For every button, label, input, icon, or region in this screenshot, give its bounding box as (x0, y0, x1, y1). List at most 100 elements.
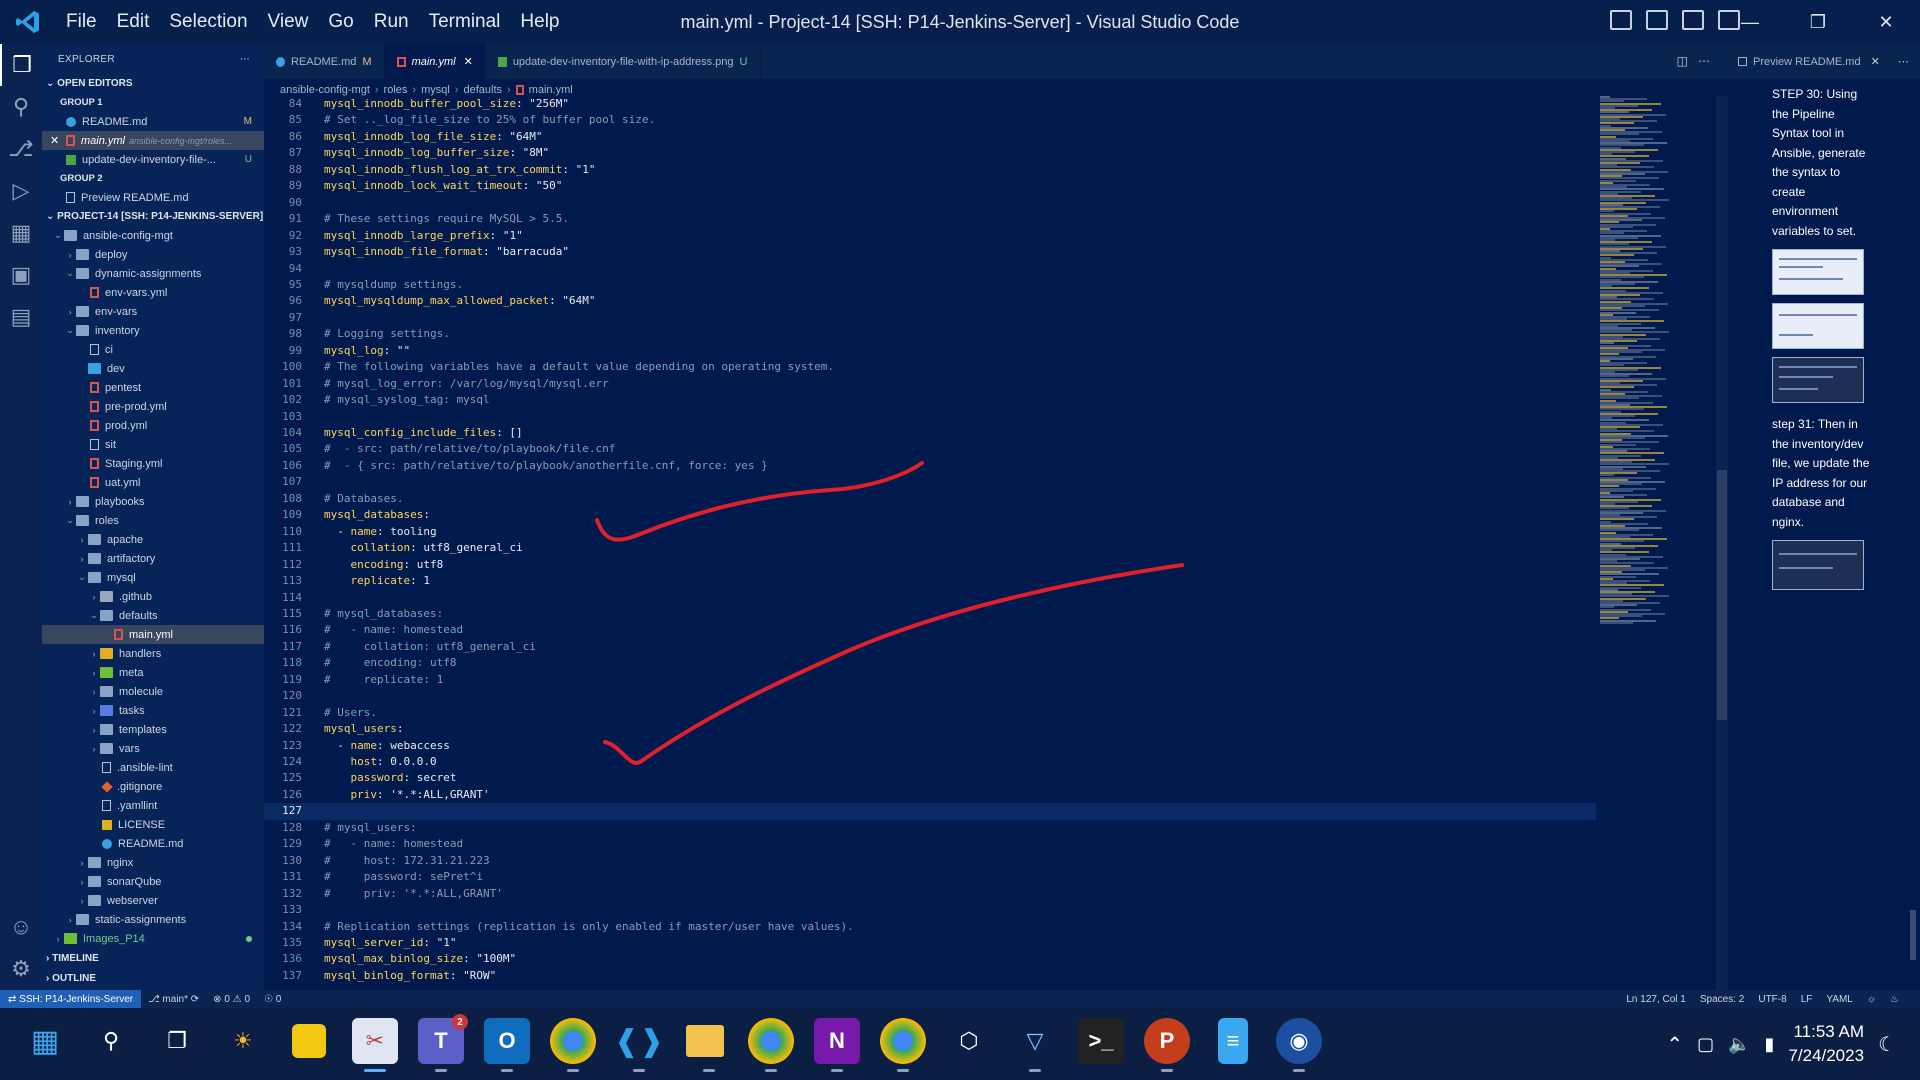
code-line[interactable]: 136 mysql_max_binlog_size: "100M" (264, 951, 1596, 967)
tab-preview-readme[interactable]: Preview README.md ✕ ⋯ (1728, 44, 1920, 79)
menu-go[interactable]: Go (318, 11, 363, 33)
code-line[interactable]: 114 (264, 590, 1596, 606)
code-line[interactable]: 85 # Set .._log_file_size to 25% of buffe… (264, 112, 1596, 128)
tree-folder[interactable]: ⌄ mysql (42, 568, 264, 587)
code-line[interactable]: 112 encoding: utf8 (264, 557, 1596, 573)
battery-icon[interactable]: ▮ (1765, 1034, 1775, 1055)
code-line[interactable]: 86 mysql_innodb_log_file_size: "64M" (264, 129, 1596, 145)
code-line[interactable]: 125 password: secret (264, 770, 1596, 786)
tree-folder[interactable]: › tasks (42, 701, 264, 720)
tree-folder[interactable]: ⌄ dynamic-assignments (42, 264, 264, 283)
volume-icon[interactable]: 🔈 (1728, 1034, 1750, 1055)
chevron-up-icon[interactable]: ⌃ (1666, 1032, 1683, 1057)
code-line[interactable]: 104 mysql_config_include_files: [] (264, 425, 1596, 441)
extensions-icon[interactable]: ▦ (0, 212, 42, 254)
minimize-button[interactable]: — (1716, 0, 1784, 44)
language-mode[interactable]: YAML (1819, 994, 1860, 1005)
code-line[interactable]: 123 - name: webaccess (264, 738, 1596, 754)
feedback-icon[interactable]: ☼ (1860, 994, 1883, 1005)
tree-folder[interactable]: › .github (42, 587, 264, 606)
vpn-icon[interactable]: ▽ (1012, 1018, 1058, 1072)
code-line[interactable]: 101 # mysql_log_error: /var/log/mysql/mys… (264, 376, 1596, 392)
virtualbox-icon[interactable]: ⬡ (946, 1018, 992, 1064)
tree-file[interactable]: LICENSE (42, 815, 264, 834)
tree-file[interactable]: .yamllint (42, 796, 264, 815)
code-line[interactable]: 105 # - src: path/relative/to/playbook/fi… (264, 441, 1596, 457)
terminal-icon[interactable]: >_ (1078, 1018, 1124, 1064)
powerpoint-icon[interactable]: P (1144, 1018, 1190, 1072)
tree-folder[interactable]: › webserver (42, 891, 264, 910)
toggle-secondary-sidebar-icon[interactable] (1682, 10, 1704, 30)
code-line[interactable]: 113 replicate: 1 (264, 573, 1596, 589)
tab-readme[interactable]: README.md M (264, 44, 385, 79)
code-line[interactable]: 87 mysql_innodb_log_buffer_size: "8M" (264, 145, 1596, 161)
encoding[interactable]: UTF-8 (1751, 994, 1793, 1005)
tree-folder[interactable]: › templates (42, 720, 264, 739)
menu-help[interactable]: Help (510, 11, 569, 33)
branch-indicator[interactable]: ⎇ main* ⟳ (141, 994, 206, 1005)
teams-icon[interactable]: T2 (418, 1014, 468, 1072)
source-control-icon[interactable]: ⎇ (0, 128, 42, 170)
code-line[interactable]: 130 # host: 172.31.21.223 (264, 853, 1596, 869)
code-line[interactable]: 135 mysql_server_id: "1" (264, 935, 1596, 951)
code-editor[interactable]: 84 mysql_innodb_buffer_pool_size: "256M" 8… (264, 96, 1596, 990)
tree-folder[interactable]: › playbooks (42, 492, 264, 511)
windows-start-icon[interactable]: ▦ (22, 1018, 68, 1064)
breadcrumb-item[interactable]: ansible-config-mgt (280, 84, 370, 96)
tree-folder[interactable]: ⌄ defaults (42, 606, 264, 625)
preview-more-icon[interactable]: ⋯ (1898, 55, 1909, 68)
editor-more-icon[interactable]: ⋯ (1698, 54, 1720, 68)
tree-folder[interactable]: › nginx (42, 853, 264, 872)
menu-edit[interactable]: Edit (107, 11, 160, 33)
tree-file[interactable]: pentest (42, 378, 264, 397)
file-explorer-icon[interactable] (686, 1025, 724, 1072)
menu-run[interactable]: Run (364, 11, 419, 33)
code-line[interactable]: 110 - name: tooling (264, 524, 1596, 540)
explorer-icon[interactable]: ❒ (0, 44, 42, 86)
display-icon[interactable]: ▢ (1697, 1034, 1714, 1055)
tree-file[interactable]: .gitignore (42, 777, 264, 796)
remote-explorer-icon[interactable]: ▣ (0, 254, 42, 296)
timeline-section[interactable]: › TIMELINE (42, 949, 264, 968)
code-line[interactable]: 122 mysql_users: (264, 721, 1596, 737)
chrome-icon[interactable] (550, 1018, 596, 1072)
code-line[interactable]: 102 # mysql_syslog_tag: mysql (264, 392, 1596, 408)
run-debug-icon[interactable]: ▷ (0, 170, 42, 212)
tree-folder[interactable]: › deploy (42, 245, 264, 264)
tree-folder[interactable]: › meta (42, 663, 264, 682)
code-line[interactable]: 120 (264, 688, 1596, 704)
tree-file[interactable]: main.yml (42, 625, 264, 644)
code-line[interactable]: 118 # encoding: utf8 (264, 655, 1596, 671)
problems-indicator[interactable]: ⊗ 0 ⚠ 0 (206, 994, 257, 1005)
close-window-button[interactable]: ✕ (1852, 0, 1920, 44)
tree-file[interactable]: Staging.yml (42, 454, 264, 473)
code-line[interactable]: 91 # These settings require MySQL > 5.5. (264, 211, 1596, 227)
remote-indicator[interactable]: ⇄ SSH: P14-Jenkins-Server (0, 990, 142, 1008)
tree-file[interactable]: env-vars.yml (42, 283, 264, 302)
code-line[interactable]: 127 (264, 803, 1596, 820)
code-line[interactable]: 93 mysql_innodb_file_format: "barracuda" (264, 244, 1596, 260)
notifications-bell-icon[interactable]: ♨ (1883, 994, 1906, 1005)
outline-section[interactable]: › OUTLINE (42, 969, 264, 988)
code-line[interactable]: 134 # Replication settings (replication i… (264, 919, 1596, 935)
cursor-position[interactable]: Ln 127, Col 1 (1619, 994, 1693, 1005)
sticky-notes-icon[interactable] (292, 1024, 326, 1058)
code-line[interactable]: 95 # mysqldump settings. (264, 277, 1596, 293)
tree-file[interactable]: ci (42, 340, 264, 359)
search-icon[interactable]: ⚲ (0, 86, 42, 128)
indentation[interactable]: Spaces: 2 (1693, 994, 1751, 1005)
project-section[interactable]: ⌄ PROJECT-14 [SSH: P14-JENKINS-SERVER] (42, 207, 264, 226)
code-line[interactable]: 132 # priv: '*.*:ALL,GRANT' (264, 886, 1596, 902)
code-line[interactable]: 119 # replicate: 1 (264, 672, 1596, 688)
code-line[interactable]: 89 mysql_innodb_lock_wait_timeout: "50" (264, 178, 1596, 194)
tab-update-dev-inventory-png[interactable]: update-dev-inventory-file-with-ip-addres… (486, 44, 761, 79)
toggle-primary-sidebar-icon[interactable] (1610, 10, 1632, 30)
more-actions-icon[interactable]: ⋯ (240, 54, 250, 65)
tree-folder[interactable]: ⌄ inventory (42, 321, 264, 340)
code-line[interactable]: 133 (264, 902, 1596, 918)
tree-folder[interactable]: › env-vars (42, 302, 264, 321)
tree-file[interactable]: uat.yml (42, 473, 264, 492)
chrome-work-icon[interactable] (880, 1018, 926, 1072)
code-line[interactable]: 116 # - name: homestead (264, 622, 1596, 638)
notepad-icon[interactable]: ≡ (1218, 1018, 1248, 1064)
